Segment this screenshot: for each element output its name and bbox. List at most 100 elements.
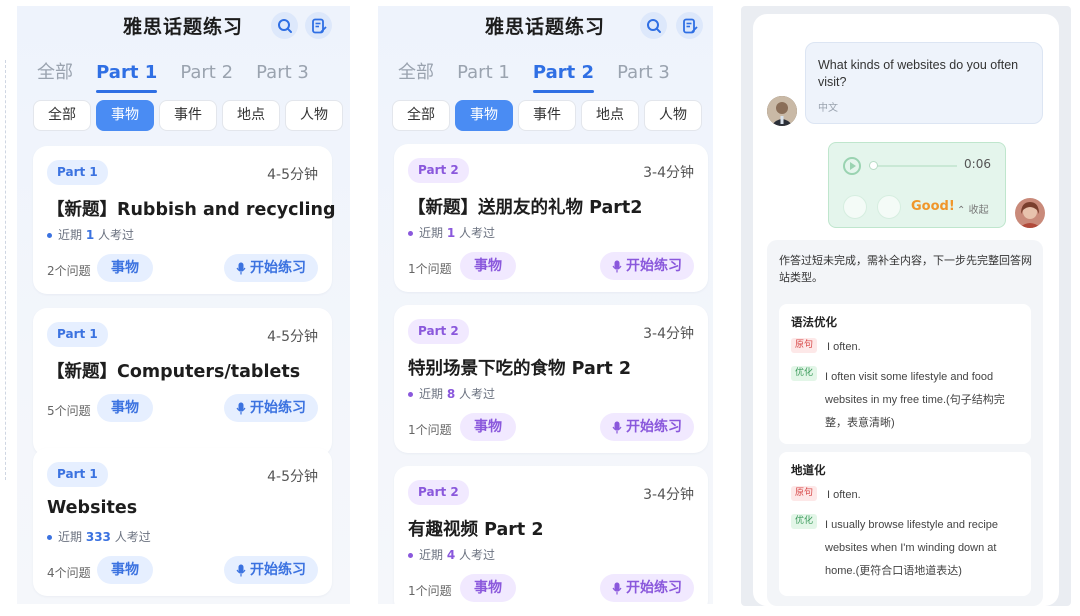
recent-suffix: 人考过 bbox=[459, 548, 496, 562]
translate-toggle[interactable]: 中文 bbox=[818, 99, 1030, 114]
tab-part1[interactable]: Part 1 bbox=[457, 62, 510, 93]
optimized-label: 优化 bbox=[791, 514, 818, 529]
bullet-dot bbox=[47, 233, 52, 238]
chip-places[interactable]: 地点 bbox=[581, 100, 639, 131]
type-pill: 事物 bbox=[97, 254, 153, 282]
notes-icon bbox=[311, 18, 327, 33]
start-practice-label: 开始练习 bbox=[626, 580, 682, 596]
chip-people[interactable]: 人物 bbox=[644, 100, 702, 131]
recent-count: 4 bbox=[446, 548, 456, 562]
topic-card[interactable]: Part 2 3-4分钟 特别场景下吃的食物 Part 2 近期 8 人考过 1… bbox=[394, 305, 708, 453]
recent-suffix: 人考过 bbox=[459, 226, 496, 240]
mic-icon bbox=[612, 260, 622, 272]
topic-card[interactable]: Part 1 4-5分钟 Websites 近期 333 人考过 4个问题 事物… bbox=[33, 448, 332, 596]
type-pill: 事物 bbox=[97, 394, 153, 422]
divider-line bbox=[5, 60, 6, 480]
topic-card[interactable]: Part 1 4-5分钟 【新题】Rubbish and recycling 近… bbox=[33, 146, 336, 294]
start-practice-button[interactable]: 开始练习 bbox=[600, 574, 694, 602]
topic-title: 【新题】Rubbish and recycling bbox=[47, 200, 336, 220]
tab-part3[interactable]: Part 3 bbox=[256, 62, 309, 93]
bullet-dot bbox=[408, 553, 413, 558]
start-practice-button[interactable]: 开始练习 bbox=[224, 254, 318, 282]
chip-events[interactable]: 事件 bbox=[518, 100, 576, 131]
duration: 3-4分钟 bbox=[643, 165, 694, 181]
duration: 3-4分钟 bbox=[643, 487, 694, 503]
bullet-dot bbox=[408, 231, 413, 236]
type-pill: 事物 bbox=[460, 252, 516, 280]
retry-button[interactable] bbox=[877, 195, 901, 219]
type-pill: 事物 bbox=[460, 574, 516, 602]
section-title: 语法优化 bbox=[791, 315, 837, 329]
part-tag: Part 1 bbox=[47, 160, 108, 185]
question-count: 1个问题 bbox=[408, 584, 452, 598]
feedback-panel: 作答过短未完成，需补全内容，下一步先完整回答网站类型。 语法优化 原句 I of… bbox=[767, 240, 1043, 606]
start-practice-label: 开始练习 bbox=[250, 260, 306, 276]
chip-people[interactable]: 人物 bbox=[285, 100, 343, 131]
audio-progress-knob[interactable] bbox=[869, 161, 878, 170]
tab-part1[interactable]: Part 1 bbox=[96, 62, 158, 93]
user-avatar bbox=[1015, 198, 1045, 228]
chip-things[interactable]: 事物 bbox=[96, 100, 154, 131]
user-avatar-image bbox=[1015, 198, 1045, 228]
mic-icon bbox=[236, 564, 246, 576]
topic-card[interactable]: Part 2 3-4分钟 【新题】送朋友的礼物 Part2 近期 1 人考过 1… bbox=[394, 144, 708, 292]
audio-progress-track[interactable] bbox=[869, 165, 957, 167]
collapse-label: 收起 bbox=[968, 205, 989, 216]
original-sentence: I often. bbox=[827, 489, 861, 501]
mic-icon bbox=[612, 421, 622, 433]
recent-suffix: 人考过 bbox=[98, 228, 135, 242]
feedback-summary: 作答过短未完成，需补全内容，下一步先完整回答网站类型。 bbox=[779, 254, 1032, 284]
tab-all[interactable]: 全部 bbox=[398, 58, 434, 94]
tab-part2[interactable]: Part 2 bbox=[532, 62, 595, 93]
mic-icon bbox=[236, 402, 246, 414]
duration: 4-5分钟 bbox=[267, 167, 318, 183]
optimized-label: 优化 bbox=[791, 366, 818, 381]
start-practice-button[interactable]: 开始练习 bbox=[224, 556, 318, 584]
topic-title: 【新题】送朋友的礼物 Part2 bbox=[408, 198, 643, 218]
start-practice-button[interactable]: 开始练习 bbox=[224, 394, 318, 422]
original-sentence: I often. bbox=[827, 341, 861, 353]
search-button[interactable] bbox=[640, 12, 667, 39]
audio-duration: 0:06 bbox=[964, 157, 991, 171]
chip-places[interactable]: 地点 bbox=[222, 100, 280, 131]
start-practice-button[interactable]: 开始练习 bbox=[600, 252, 694, 280]
question-count: 5个问题 bbox=[47, 404, 91, 418]
chip-events[interactable]: 事件 bbox=[159, 100, 217, 131]
bullet-dot bbox=[408, 392, 413, 397]
recent-takers: 近期 1 人考过 bbox=[408, 224, 495, 241]
start-practice-label: 开始练习 bbox=[250, 562, 306, 578]
tab-part3[interactable]: Part 3 bbox=[617, 62, 670, 93]
part-tag: Part 2 bbox=[408, 480, 469, 505]
chip-things[interactable]: 事物 bbox=[455, 100, 513, 131]
collapse-button[interactable]: ⌃ 收起 bbox=[957, 201, 989, 216]
optimized-sentence: I often visit some lifestyle and food we… bbox=[825, 371, 1005, 429]
part-tabs: 全部 Part 1 Part 2 Part 3 bbox=[37, 58, 327, 94]
chip-all[interactable]: 全部 bbox=[392, 100, 450, 131]
recent-suffix: 人考过 bbox=[114, 530, 151, 544]
topic-list-screen-part1: 雅思话题练习 全部 Part 1 Part 2 Part 3 全部 事物 事件 地点人… bbox=[17, 6, 350, 604]
chip-all[interactable]: 全部 bbox=[33, 100, 91, 131]
original-label: 原句 bbox=[791, 486, 818, 501]
notes-button[interactable] bbox=[676, 12, 703, 39]
bullet-dot bbox=[47, 535, 52, 540]
tab-part2[interactable]: Part 2 bbox=[180, 62, 233, 93]
notes-icon bbox=[682, 18, 698, 33]
start-practice-button[interactable]: 开始练习 bbox=[600, 413, 694, 441]
tab-all[interactable]: 全部 bbox=[37, 58, 73, 94]
mic-icon bbox=[236, 262, 246, 274]
recent-count: 333 bbox=[85, 530, 111, 544]
search-button[interactable] bbox=[271, 12, 298, 39]
topic-card[interactable]: Part 1 4-5分钟 【新题】Computers/tablets 5个问题 … bbox=[33, 308, 332, 456]
replay-button[interactable] bbox=[843, 195, 867, 219]
start-practice-label: 开始练习 bbox=[626, 419, 682, 435]
search-icon bbox=[646, 18, 661, 33]
topic-card[interactable]: Part 2 3-4分钟 有趣视频 Part 2 近期 4 人考过 1个问题 事… bbox=[394, 466, 708, 604]
recent-takers: 近期 1 人考过 bbox=[47, 226, 134, 243]
recent-takers: 近期 4 人考过 bbox=[408, 546, 495, 563]
play-icon[interactable] bbox=[843, 157, 861, 175]
topic-title: 【新题】Computers/tablets bbox=[47, 362, 301, 382]
examiner-avatar bbox=[767, 96, 797, 126]
notes-button[interactable] bbox=[305, 12, 332, 39]
feedback-section-grammar: 语法优化 原句 I often. 优化 I often visit some l… bbox=[779, 304, 1031, 444]
recent-suffix: 人考过 bbox=[459, 387, 496, 401]
